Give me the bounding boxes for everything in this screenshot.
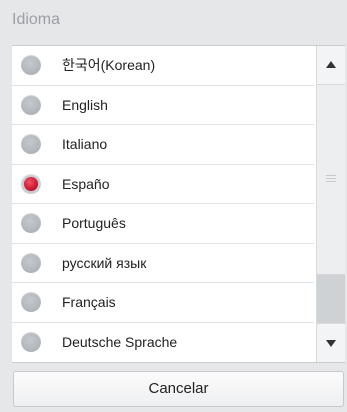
triangle-down-icon xyxy=(326,340,336,347)
language-label: Españo xyxy=(62,175,110,192)
scroll-track[interactable] xyxy=(317,85,345,323)
triangle-up-icon xyxy=(326,61,336,68)
language-option[interactable]: русский язык xyxy=(12,244,314,283)
language-option[interactable]: Português xyxy=(12,204,314,244)
vertical-scrollbar[interactable] xyxy=(316,46,345,362)
radio-button[interactable] xyxy=(21,134,41,154)
language-label: Deutsche Sprache xyxy=(62,333,178,350)
scroll-down-button[interactable] xyxy=(317,323,345,362)
cancel-button[interactable]: Cancelar xyxy=(13,371,344,407)
language-label: Português xyxy=(62,215,126,231)
language-option[interactable]: 한국어(Korean) xyxy=(12,46,314,86)
radio-button[interactable] xyxy=(21,252,41,273)
language-option[interactable]: Deutsche Sprache xyxy=(12,323,314,363)
language-option[interactable]: Españo xyxy=(12,165,314,204)
language-label: English xyxy=(62,96,108,113)
radio-button[interactable] xyxy=(21,94,41,115)
radio-button[interactable] xyxy=(21,292,41,312)
grip-line xyxy=(326,181,336,182)
language-label: 한국어(Korean) xyxy=(62,57,156,73)
language-option[interactable]: Français xyxy=(12,283,314,323)
language-label: русский язык xyxy=(62,254,147,271)
grip-line xyxy=(326,178,336,179)
scroll-track-remainder[interactable] xyxy=(317,275,345,323)
language-label: Italiano xyxy=(62,136,108,152)
scroll-thumb[interactable] xyxy=(317,85,345,275)
scroll-up-button[interactable] xyxy=(317,46,345,85)
radio-button[interactable] xyxy=(21,55,41,75)
language-dialog: Idioma 한국어(Korean) English Italiano Espa… xyxy=(0,0,347,412)
language-list-panel: 한국어(Korean) English Italiano Españo Port… xyxy=(12,45,345,363)
language-option[interactable]: Italiano xyxy=(12,125,314,165)
radio-button[interactable] xyxy=(21,331,41,352)
language-label: Français xyxy=(62,294,116,310)
language-option[interactable]: English xyxy=(12,86,314,125)
grip-line xyxy=(326,175,336,176)
radio-button[interactable] xyxy=(21,213,41,233)
language-list: 한국어(Korean) English Italiano Españo Port… xyxy=(12,46,314,362)
radio-button[interactable] xyxy=(21,173,41,194)
dialog-title: Idioma xyxy=(12,11,61,28)
